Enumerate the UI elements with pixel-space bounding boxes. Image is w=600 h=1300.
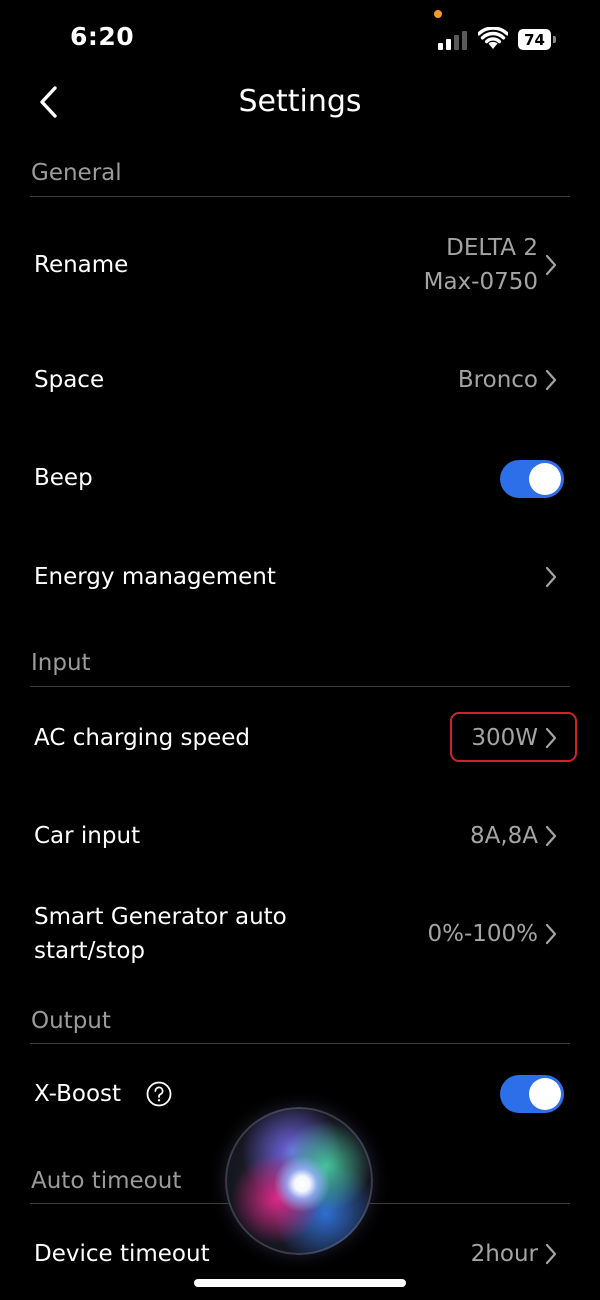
smart-generator-label-line2: start/stop [34, 938, 145, 964]
x-boost-label: X-Boost [34, 1081, 122, 1107]
ac-charging-speed-label: AC charging speed [34, 725, 251, 751]
beep-row: Beep [0, 450, 600, 510]
chevron-right-icon [545, 1243, 557, 1265]
energy-management-label: Energy management [34, 564, 276, 590]
status-time: 6:20 [70, 22, 135, 51]
cellular-signal-icon [438, 30, 468, 50]
section-title-auto-timeout: Auto timeout [31, 1168, 182, 1194]
divider [30, 1043, 570, 1044]
chevron-right-icon [545, 825, 557, 847]
mic-indicator-dot [434, 10, 442, 18]
section-title-input: Input [31, 650, 91, 676]
smart-generator-label-line1: Smart Generator auto [34, 904, 287, 930]
rename-value-line2: Max-0750 [423, 269, 538, 295]
rename-value-line1: DELTA 2 [446, 235, 538, 261]
highlight-annotation [450, 712, 577, 762]
smart-generator-row[interactable]: Smart Generator auto start/stop 0%-100% [0, 895, 600, 975]
space-row[interactable]: Space Bronco [0, 350, 600, 410]
wifi-icon [478, 27, 508, 49]
rename-label: Rename [34, 252, 129, 278]
car-input-value: 8A,8A [469, 823, 538, 849]
device-timeout-label: Device timeout [34, 1241, 210, 1267]
page-title: Settings [238, 84, 362, 119]
divider [30, 196, 570, 197]
energy-management-row[interactable]: Energy management [0, 548, 600, 608]
space-value: Bronco [457, 367, 538, 393]
device-timeout-value: 2hour [470, 1241, 538, 1267]
divider [30, 686, 570, 687]
battery-nub [553, 36, 556, 43]
siri-orb-icon[interactable] [225, 1107, 373, 1255]
beep-label: Beep [34, 465, 93, 491]
car-input-label: Car input [34, 823, 141, 849]
chevron-right-icon [545, 566, 557, 588]
section-title-general: General [31, 160, 122, 186]
home-indicator[interactable] [194, 1279, 406, 1287]
car-input-row[interactable]: Car input 8A,8A [0, 806, 600, 866]
space-label: Space [34, 367, 105, 393]
smart-generator-value: 0%-100% [427, 921, 538, 947]
beep-toggle[interactable] [500, 460, 564, 498]
question-circle-icon[interactable] [146, 1081, 172, 1107]
battery-icon: 74 [518, 29, 551, 50]
section-title-output: Output [31, 1008, 111, 1034]
x-boost-toggle[interactable] [500, 1075, 564, 1113]
chevron-right-icon [545, 369, 557, 391]
rename-row[interactable]: Rename DELTA 2 Max-0750 [0, 220, 600, 310]
chevron-right-icon [545, 254, 557, 276]
toggle-knob [529, 1078, 561, 1110]
toggle-knob [529, 463, 561, 495]
chevron-right-icon [545, 923, 557, 945]
